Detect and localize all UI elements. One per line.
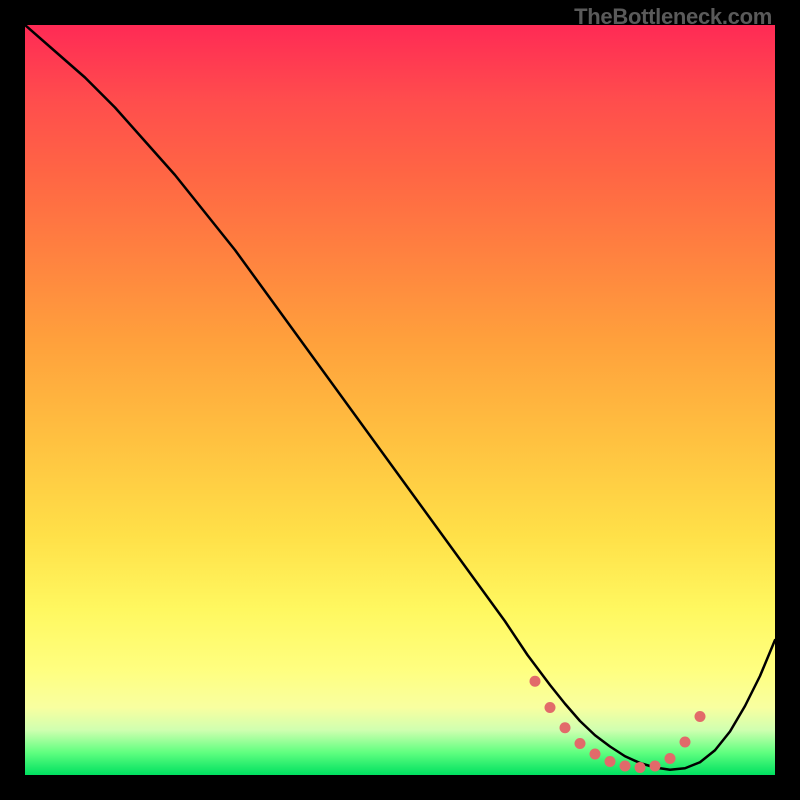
optimal-marker-dot (605, 756, 616, 767)
optimal-marker-dot (695, 711, 706, 722)
curve-line (25, 25, 775, 770)
optimal-marker-dot (650, 761, 661, 772)
optimal-marker-dot (545, 702, 556, 713)
bottleneck-chart (25, 25, 775, 775)
optimal-marker-dot (680, 737, 691, 748)
optimal-marker-dot (635, 762, 646, 773)
optimal-marker-dot (620, 761, 631, 772)
chart-overlay-svg (25, 25, 775, 775)
optimal-marker-dot (530, 676, 541, 687)
optimal-marker-dot (665, 753, 676, 764)
optimal-marker-dot (575, 738, 586, 749)
optimal-marker-dot (560, 722, 571, 733)
optimal-marker-dot (590, 749, 601, 760)
watermark-text: TheBottleneck.com (574, 4, 772, 30)
